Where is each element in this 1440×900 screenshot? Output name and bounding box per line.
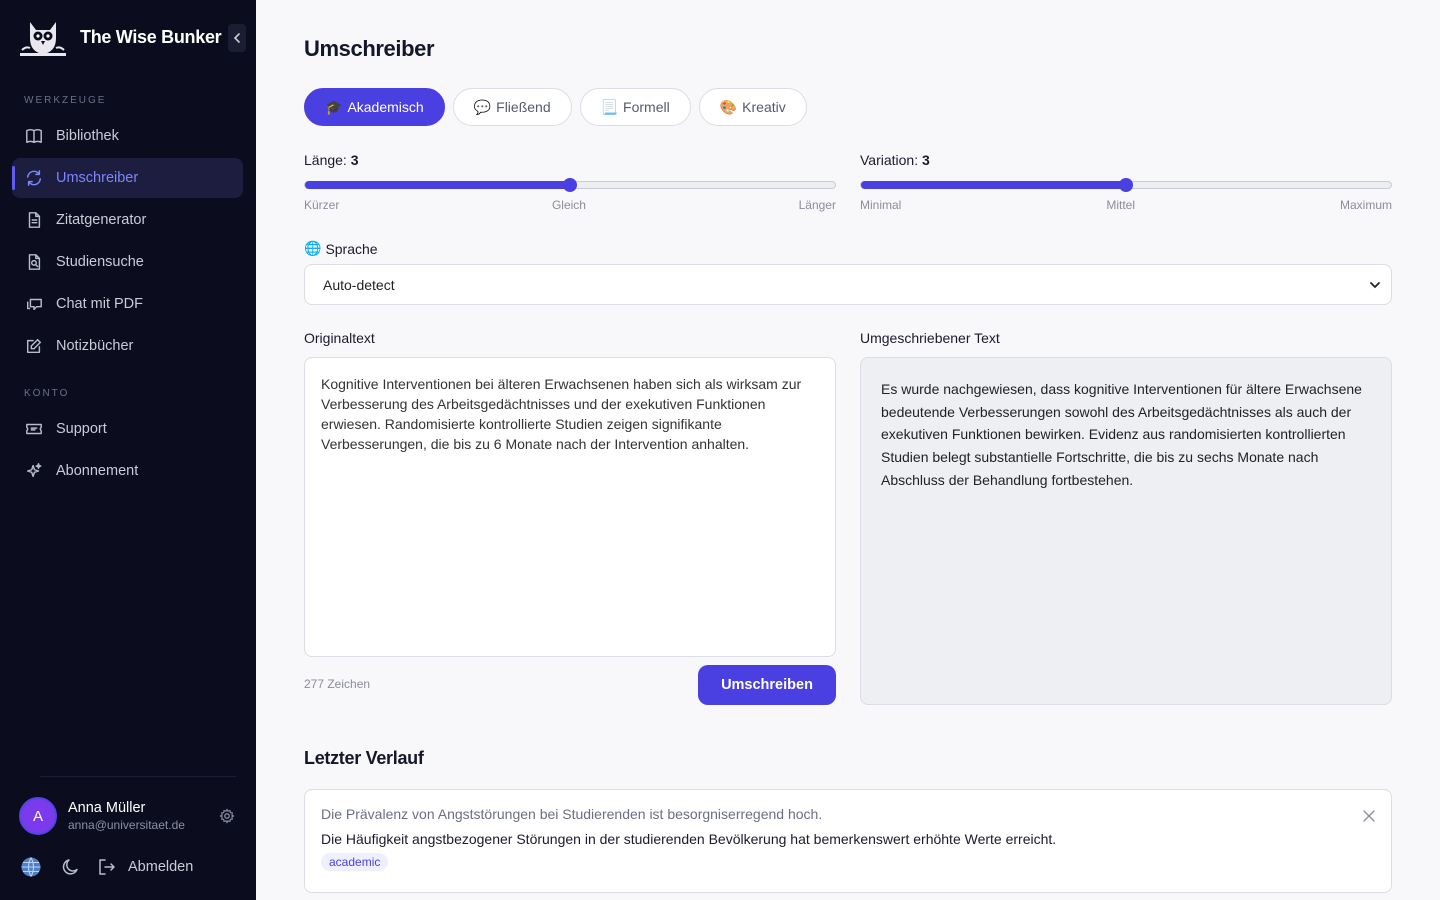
collapse-sidebar-button[interactable]: [228, 24, 246, 52]
avatar: A: [19, 797, 57, 835]
file-search-icon: [24, 252, 44, 272]
length-min-label: Kürzer: [304, 198, 340, 212]
tab-label: Akademisch: [347, 99, 424, 115]
graduation-cap-icon: 🎓: [325, 98, 343, 115]
variation-min-label: Minimal: [860, 198, 902, 212]
sidebar-item-notizbuecher[interactable]: Notizbücher: [12, 326, 243, 366]
ticket-icon: [24, 419, 44, 439]
edit-icon: [24, 336, 44, 356]
language-select[interactable]: Auto-detect: [304, 264, 1392, 305]
variation-slider[interactable]: [860, 178, 1392, 192]
sidebar-item-zitatgenerator[interactable]: Zitatgenerator: [12, 200, 243, 240]
length-slider-fill: [305, 181, 570, 189]
variation-slider-thumb[interactable]: [1119, 178, 1133, 192]
variation-label: Variation: 3: [860, 152, 1392, 168]
language-selected-value: Auto-detect: [323, 276, 395, 293]
variation-scale: Minimal Mittel Maximum: [860, 198, 1392, 212]
tab-fliessend[interactable]: 💬 Fließend: [452, 88, 572, 126]
sidebar-item-abonnement[interactable]: Abonnement: [12, 451, 243, 491]
logout-icon: [99, 859, 115, 875]
tab-formell[interactable]: 📃 Formell: [579, 88, 691, 126]
sidebar-item-umschreiber[interactable]: Umschreiber: [12, 158, 243, 198]
rewritten-text-output: Es wurde nachgewiesen, dass kognitive In…: [860, 357, 1392, 705]
variation-slider-fill: [861, 181, 1126, 189]
page-icon: 📃: [600, 98, 619, 115]
sidebar-item-chat-mit-pdf[interactable]: Chat mit PDF: [12, 284, 243, 324]
palette-icon: 🎨: [719, 98, 738, 115]
sidebar-item-label: Notizbücher: [56, 338, 134, 354]
language-label: 🌐 Sprache: [304, 240, 378, 257]
globe-icon: 🌐: [304, 240, 322, 256]
chevron-down-icon: [1370, 281, 1380, 288]
user-email: anna@universitaet.de: [68, 818, 185, 832]
sidebar-item-bibliothek[interactable]: Bibliothek: [12, 116, 243, 156]
variation-max-label: Maximum: [1339, 198, 1392, 212]
history-original-text: Die Prävalenz von Angststörungen bei Stu…: [321, 806, 823, 822]
chevron-left-icon: [233, 33, 240, 43]
history-entry[interactable]: Die Prävalenz von Angststörungen bei Stu…: [304, 789, 1392, 893]
document-icon: [24, 210, 44, 230]
length-label-text: Länge:: [304, 152, 347, 168]
logout-label: Abmelden: [128, 859, 194, 875]
tab-akademisch[interactable]: 🎓 Akademisch: [304, 88, 445, 126]
moon-icon[interactable]: [61, 857, 81, 877]
logout-button[interactable]: Abmelden: [97, 857, 193, 877]
section-label-konto: KONTO: [24, 388, 70, 399]
app-name: The Wise Bunker: [80, 26, 222, 47]
sidebar-item-label: Abonnement: [56, 463, 139, 479]
close-icon[interactable]: [1363, 810, 1375, 822]
sidebar-item-label: Zitatgenerator: [56, 212, 147, 228]
history-title: Letzter Verlauf: [304, 748, 424, 768]
character-count: 277 Zeichen: [304, 677, 371, 691]
length-scale: Kürzer Gleich Länger: [304, 198, 836, 212]
original-text-label: Originaltext: [304, 330, 375, 346]
sidebar-item-support[interactable]: Support: [12, 409, 243, 449]
owl-logo-icon: [20, 22, 66, 56]
length-value: 3: [350, 152, 359, 168]
user-profile[interactable]: A Anna Müller anna@universitaet.de: [19, 797, 185, 835]
sidebar-footer: Abmelden: [20, 856, 240, 878]
sidebar-item-label: Studiensuche: [56, 254, 144, 270]
gear-icon[interactable]: [219, 808, 235, 824]
history-style-tag: academic: [321, 853, 389, 871]
length-mid-label: Gleich: [551, 198, 586, 212]
sidebar-divider: [40, 776, 236, 777]
variation-slider-group: Variation: 3 Minimal Mittel Maximum: [860, 152, 1392, 212]
tab-label: Formell: [623, 99, 670, 115]
language-label-text: Sprache: [325, 240, 378, 257]
sparkles-icon: [24, 461, 44, 481]
history-rewritten-text: Die Häufigkeit angstbezogener Störungen …: [321, 831, 1057, 847]
section-label-werkzeuge: WERKZEUGE: [24, 95, 107, 106]
sidebar-item-label: Chat mit PDF: [56, 296, 144, 312]
length-max-label: Länger: [798, 198, 836, 212]
sidebar-item-label: Umschreiber: [56, 170, 139, 186]
length-label: Länge: 3: [304, 152, 836, 168]
variation-value: 3: [922, 152, 930, 168]
globe-icon[interactable]: [20, 856, 42, 878]
tab-label: Kreativ: [742, 99, 786, 115]
sidebar: The Wise Bunker WERKZEUGE Bibliothek Ums…: [0, 0, 256, 900]
length-slider[interactable]: [304, 178, 836, 192]
length-slider-group: Länge: 3 Kürzer Gleich Länger: [304, 152, 836, 212]
user-name: Anna Müller: [68, 800, 146, 816]
brand[interactable]: The Wise Bunker: [16, 16, 222, 58]
page-title: Umschreiber: [304, 36, 435, 61]
sidebar-item-label: Bibliothek: [56, 128, 119, 144]
style-tabs: 🎓 Akademisch 💬 Fließend 📃 Formell 🎨 Krea…: [304, 88, 807, 126]
main-content: Umschreiber 🎓 Akademisch 💬 Fließend 📃 Fo…: [256, 0, 1440, 900]
chat-icon: [24, 294, 44, 314]
sidebar-item-label: Support: [56, 421, 107, 437]
refresh-icon: [24, 168, 44, 188]
length-slider-thumb[interactable]: [563, 178, 577, 192]
tab-label: Fließend: [496, 99, 551, 115]
speech-bubble-icon: 💬: [473, 98, 492, 115]
book-icon: [24, 126, 44, 146]
variation-label-text: Variation:: [860, 152, 919, 168]
sidebar-item-studiensuche[interactable]: Studiensuche: [12, 242, 243, 282]
rewrite-button[interactable]: Umschreiben: [698, 665, 836, 705]
variation-mid-label: Mittel: [1106, 198, 1135, 212]
rewritten-text-label: Umgeschriebener Text: [860, 330, 1000, 346]
original-text-input[interactable]: Kognitive Interventionen bei älteren Erw…: [304, 357, 836, 657]
tab-kreativ[interactable]: 🎨 Kreativ: [698, 88, 807, 126]
